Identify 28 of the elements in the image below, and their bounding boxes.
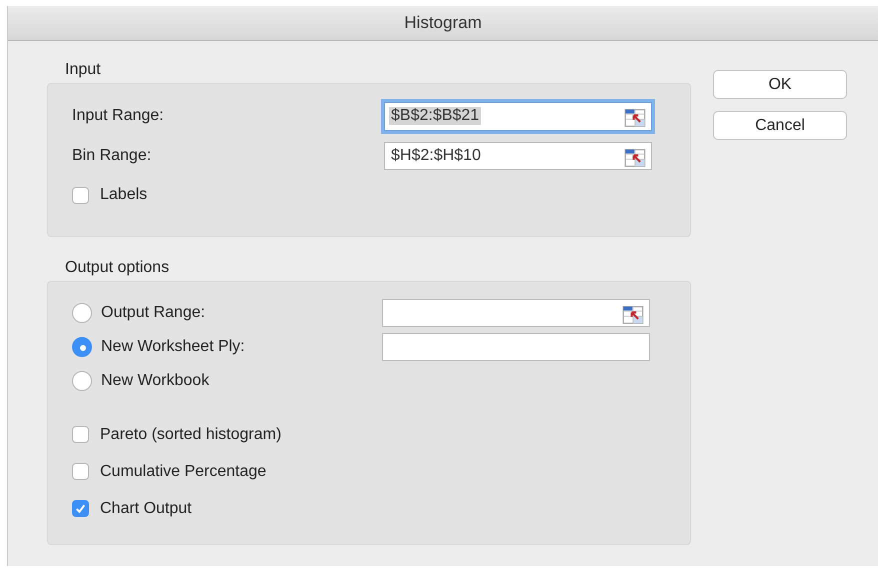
window-title: Histogram	[404, 13, 482, 33]
range-picker-icon[interactable]	[624, 149, 646, 167]
range-picker-icon[interactable]	[622, 306, 644, 324]
checkbox[interactable]	[72, 186, 89, 204]
range-field[interactable]: $H$2:$H$10	[384, 142, 652, 170]
check-icon	[74, 502, 87, 515]
ok-button[interactable]: OK	[713, 70, 847, 99]
section-title: Input	[65, 61, 102, 80]
field-label: Bin Range:	[72, 147, 152, 165]
checkbox-label: Labels	[100, 186, 148, 204]
range-picker-icon[interactable]	[624, 108, 646, 126]
checkbox[interactable]	[72, 463, 89, 480]
range-field[interactable]	[382, 299, 650, 327]
range-field[interactable]	[382, 333, 650, 361]
checkbox-label: Chart Output	[100, 500, 192, 518]
section-title: Output options	[65, 259, 170, 278]
radio-label: New Workbook	[101, 372, 210, 390]
cancel-button[interactable]: Cancel	[713, 111, 847, 140]
checkbox-label: Pareto (sorted histogram)	[100, 426, 282, 444]
radio-label: Output Range:	[101, 304, 206, 322]
radio-button[interactable]	[72, 337, 92, 357]
radio-button[interactable]	[72, 303, 92, 323]
checkbox[interactable]	[72, 500, 89, 517]
radio-button[interactable]	[72, 371, 92, 391]
checkbox[interactable]	[72, 426, 89, 443]
checkbox-label: Cumulative Percentage	[100, 462, 266, 480]
radio-label: New Worksheet Ply:	[101, 338, 246, 356]
field-label: Input Range:	[72, 107, 165, 125]
